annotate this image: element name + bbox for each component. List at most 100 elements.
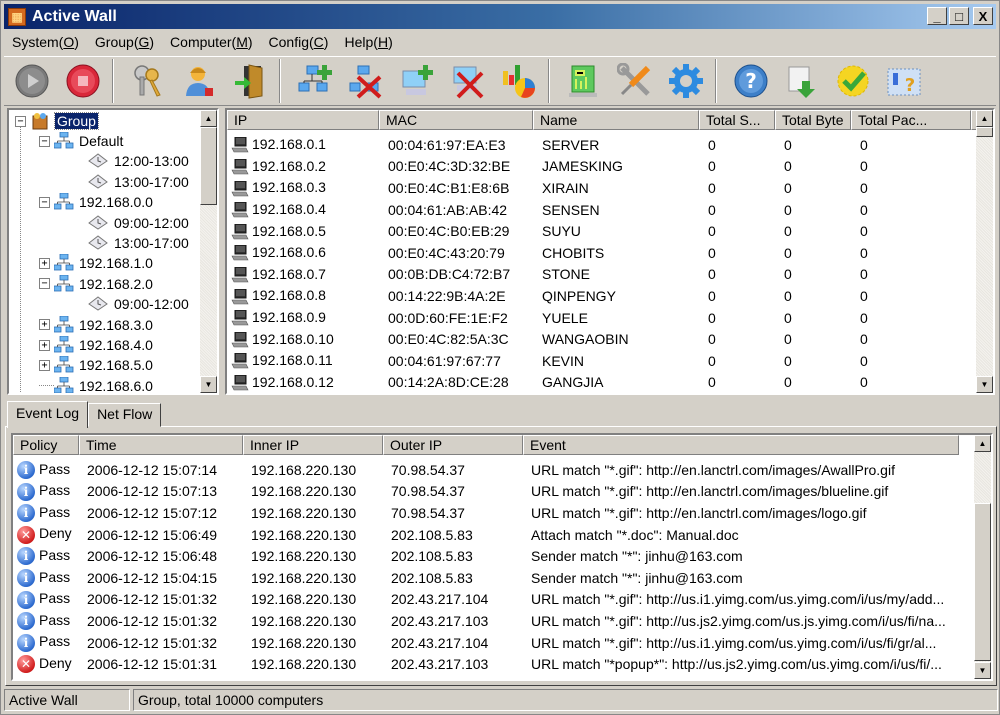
- tree-node-schedule[interactable]: 09:00-12:00: [87, 213, 189, 233]
- tree-node-group[interactable]: − Default: [39, 131, 123, 151]
- column-header-total-byte[interactable]: Total Byte: [775, 110, 851, 130]
- event-row[interactable]: i Pass 2006-12-12 15:07:13 192.168.220.130 7…: [13, 481, 959, 503]
- user-button[interactable]: [176, 58, 222, 104]
- stop-button[interactable]: [60, 58, 106, 104]
- tree-node-group[interactable]: − 192.168.0.0: [39, 192, 153, 212]
- expand-toggle[interactable]: +: [39, 319, 50, 331]
- computer-icon: [231, 331, 249, 348]
- event-row[interactable]: i Pass 2006-12-12 15:01:32 192.168.220.130 2…: [13, 610, 959, 632]
- event-row[interactable]: i Pass 2006-12-12 15:01:32 192.168.220.130 2…: [13, 589, 959, 611]
- tree-node-group[interactable]: − 192.168.2.0: [39, 274, 153, 294]
- event-row[interactable]: i Pass 2006-12-12 15:01:32 192.168.220.130 2…: [13, 632, 959, 654]
- tree-node-group[interactable]: +192.168.3.0: [39, 315, 153, 335]
- scroll-up-button[interactable]: ▲: [200, 110, 217, 127]
- about-button[interactable]: ?: [881, 58, 927, 104]
- close-button[interactable]: X: [973, 7, 993, 25]
- computer-row[interactable]: 192.168.0.9 00:0D:60:FE:1E:F2 YUELE 0 0 0: [227, 307, 971, 329]
- scroll-up-button[interactable]: ▲: [976, 110, 993, 127]
- cell-ip: 192.168.0.3: [231, 179, 326, 196]
- tree-node-group[interactable]: +192.168.4.0: [39, 335, 153, 355]
- column-header-total-s[interactable]: Total S...: [699, 110, 775, 130]
- collapse-toggle[interactable]: −: [39, 196, 50, 208]
- settings-gear-button[interactable]: [663, 58, 709, 104]
- column-header-policy[interactable]: Policy: [13, 435, 79, 455]
- computer-row[interactable]: 192.168.0.1 00:04:61:97:EA:E3 SERVER 0 0 0: [227, 134, 971, 156]
- keys-button[interactable]: [125, 58, 171, 104]
- menu-group[interactable]: Group(G): [87, 34, 162, 50]
- tree-scrollbar[interactable]: ▲ ▼: [200, 110, 217, 393]
- computer-row[interactable]: 192.168.0.4 00:04:61:AB:AB:42 SENSEN 0 0 0: [227, 199, 971, 221]
- delete-computer-button[interactable]: [445, 58, 491, 104]
- tree-node-schedule[interactable]: 09:00-12:00: [87, 294, 189, 314]
- download-button[interactable]: [779, 58, 825, 104]
- tree-node-schedule[interactable]: 13:00-17:00: [87, 172, 189, 192]
- menu-help[interactable]: Help(H): [336, 34, 400, 50]
- menu-config[interactable]: Config(C): [261, 34, 337, 50]
- scroll-down-button[interactable]: ▼: [976, 376, 993, 393]
- minimize-button[interactable]: _: [927, 7, 947, 25]
- scroll-up-button[interactable]: ▲: [974, 435, 991, 452]
- collapse-toggle[interactable]: −: [15, 115, 26, 127]
- tab-event-log[interactable]: Event Log: [7, 401, 89, 428]
- computer-row[interactable]: 192.168.0.8 00:14:22:9B:4A:2E QINPENGY 0 0 0: [227, 285, 971, 307]
- add-computer-button[interactable]: [394, 58, 440, 104]
- delete-group-button[interactable]: [343, 58, 389, 104]
- computer-row[interactable]: 192.168.0.2 00:E0:4C:3D:32:BE JAMESKING 0 0 0: [227, 156, 971, 178]
- expand-toggle[interactable]: +: [39, 339, 50, 351]
- event-row[interactable]: i Pass 2006-12-12 15:07:12 192.168.220.130 7…: [13, 502, 959, 524]
- exit-door-button[interactable]: [227, 58, 273, 104]
- tree-node-schedule[interactable]: 13:00-17:00: [87, 233, 189, 253]
- event-log-scrollbar[interactable]: ▲ ▼: [974, 435, 991, 679]
- computer-row[interactable]: 192.168.0.6 00:E0:4C:43:20:79 CHOBITS 0 0 0: [227, 242, 971, 264]
- tree-node-schedule[interactable]: 12:00-13:00: [87, 151, 189, 171]
- add-group-button[interactable]: [292, 58, 338, 104]
- scroll-thumb[interactable]: [974, 503, 991, 661]
- event-row[interactable]: i Pass 2006-12-12 15:06:48 192.168.220.130 2…: [13, 545, 959, 567]
- policy-text: Pass: [39, 547, 71, 564]
- tree-node-group[interactable]: 192.168.6.0: [39, 376, 153, 393]
- monitor-board-button[interactable]: [561, 58, 607, 104]
- column-header-event[interactable]: Event: [523, 435, 959, 455]
- column-header-time[interactable]: Time: [79, 435, 243, 455]
- play-icon: [14, 63, 50, 99]
- computer-list-scrollbar[interactable]: ▲ ▼: [976, 110, 993, 393]
- tools-button[interactable]: [612, 58, 658, 104]
- column-header-name[interactable]: Name: [533, 110, 699, 130]
- tree-node-root[interactable]: − Group: [15, 111, 99, 131]
- computer-row[interactable]: 192.168.0.3 00:E0:4C:B1:E8:6B XIRAIN 0 0 0: [227, 177, 971, 199]
- collapse-toggle[interactable]: −: [39, 278, 50, 290]
- event-row[interactable]: ✕ Deny 2006-12-12 15:01:31 192.168.220.130 2…: [13, 653, 959, 675]
- computer-row[interactable]: 192.168.0.10 00:E0:4C:82:5A:3C WANGAOBIN 0 0…: [227, 328, 971, 350]
- expand-toggle[interactable]: +: [39, 359, 50, 371]
- menu-system[interactable]: System(O): [4, 34, 87, 50]
- column-header-total-pac[interactable]: Total Pac...: [851, 110, 971, 130]
- register-check-button[interactable]: [830, 58, 876, 104]
- computer-row[interactable]: 192.168.0.7 00:0B:DB:C4:72:B7 STONE 0 0 0: [227, 264, 971, 286]
- scroll-down-button[interactable]: ▼: [200, 376, 217, 393]
- statistics-chart-button[interactable]: [496, 58, 542, 104]
- computer-row[interactable]: 192.168.0.12 00:14:2A:8D:CE:28 GANGJIA 0 0 0: [227, 372, 971, 393]
- column-header-outer-ip[interactable]: Outer IP: [383, 435, 523, 455]
- expand-toggle[interactable]: +: [39, 257, 50, 269]
- collapse-toggle[interactable]: −: [39, 135, 50, 147]
- column-header-inner-ip[interactable]: Inner IP: [243, 435, 383, 455]
- scroll-thumb[interactable]: [200, 127, 217, 205]
- scroll-thumb[interactable]: [976, 127, 993, 137]
- title-bar[interactable]: ▦ Active Wall _ □ X: [4, 4, 996, 29]
- tree-node-group[interactable]: +192.168.1.0: [39, 253, 153, 273]
- tree-node-group[interactable]: +192.168.5.0: [39, 355, 153, 375]
- scroll-down-button[interactable]: ▼: [974, 662, 991, 679]
- help-button[interactable]: ?: [728, 58, 774, 104]
- event-row[interactable]: i Pass 2006-12-12 15:07:14 192.168.220.130 7…: [13, 459, 959, 481]
- play-button[interactable]: [9, 58, 55, 104]
- menu-computer[interactable]: Computer(M): [162, 34, 260, 50]
- tab-net-flow[interactable]: Net Flow: [88, 403, 162, 427]
- maximize-button[interactable]: □: [949, 7, 969, 25]
- computer-row[interactable]: 192.168.0.5 00:E0:4C:B0:EB:29 SUYU 0 0 0: [227, 220, 971, 242]
- cell-name: QINPENGY: [542, 287, 616, 304]
- event-row[interactable]: ✕ Deny 2006-12-12 15:06:49 192.168.220.130 2…: [13, 524, 959, 546]
- computer-row[interactable]: 192.168.0.11 00:04:61:97:67:77 KEVIN 0 0 0: [227, 350, 971, 372]
- event-row[interactable]: i Pass 2006-12-12 15:04:15 192.168.220.130 2…: [13, 567, 959, 589]
- column-header-mac[interactable]: MAC: [379, 110, 533, 130]
- column-header-ip[interactable]: IP: [227, 110, 379, 130]
